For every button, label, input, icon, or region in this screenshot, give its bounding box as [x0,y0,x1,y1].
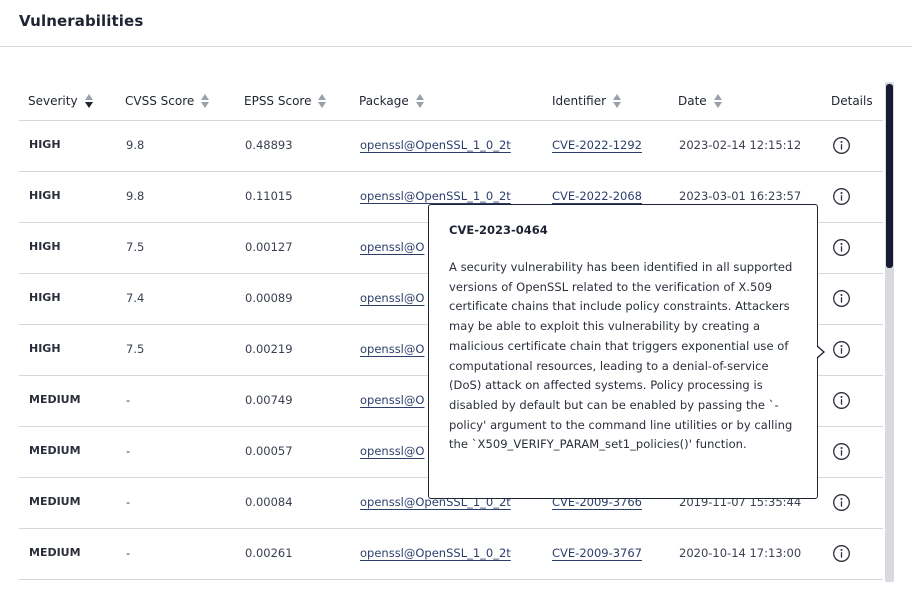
identifier-link[interactable]: CVE-2009-3767 [552,546,642,560]
identifier-link[interactable]: CVE-2022-2068 [552,189,642,203]
cvss-score-cell: - [126,444,131,458]
sort-arrows-icon[interactable] [201,94,210,108]
page-title: Vulnerabilities [19,12,144,30]
info-circle-icon[interactable] [832,391,851,410]
sort-arrows-icon[interactable] [613,94,622,108]
cvss-score-cell: 9.8 [126,138,145,152]
column-header-severity[interactable]: Severity [28,94,93,108]
identifier-link[interactable]: CVE-2022-1292 [552,138,642,152]
column-label-severity: Severity [28,94,78,108]
epss-score-cell: 0.00219 [245,342,293,356]
cvss-score-cell: 7.5 [126,342,145,356]
column-label-cvss: CVSS Score [125,94,195,108]
tooltip-title: CVE-2023-0464 [449,223,548,237]
tooltip-body: A security vulnerability has been identi… [449,260,793,452]
package-link[interactable]: openssl@O [360,291,424,305]
cvss-score-cell: - [126,546,131,560]
sort-arrows-icon[interactable] [84,94,93,108]
column-header-package[interactable]: Package [359,94,424,108]
severity-cell: MEDIUM [29,444,81,457]
epss-score-cell: 0.00089 [245,291,293,305]
table-row: HIGH 9.8 0.48893 openssl@OpenSSL_1_0_2t CVE-… [19,121,883,172]
column-label-package: Package [359,94,409,108]
page-header: Vulnerabilities [0,0,912,47]
info-circle-icon[interactable] [832,136,851,155]
severity-cell: MEDIUM [29,393,81,406]
package-link[interactable]: openssl@O [360,444,424,458]
epss-score-cell: 0.00084 [245,495,293,509]
info-circle-icon[interactable] [832,289,851,308]
cvss-score-cell: 9.8 [126,189,145,203]
cvss-score-cell: - [126,495,131,509]
column-label-identifier: Identifier [552,94,607,108]
sort-arrows-icon[interactable] [713,94,722,108]
table-header: Severity CVSS Score EPSS Score Package I… [19,82,883,121]
epss-score-cell: 0.48893 [245,138,293,152]
severity-cell: HIGH [29,240,61,253]
epss-score-cell: 0.00749 [245,393,293,407]
sort-arrows-icon[interactable] [415,94,424,108]
epss-score-cell: 0.00127 [245,240,293,254]
package-link[interactable]: openssl@OpenSSL_1_0_2t [360,189,511,203]
severity-cell: HIGH [29,342,61,355]
info-circle-icon[interactable] [832,340,851,359]
package-link[interactable]: openssl@O [360,240,424,254]
info-circle-icon[interactable] [832,238,851,257]
package-link[interactable]: openssl@O [360,393,424,407]
info-circle-icon[interactable] [832,493,851,512]
package-link[interactable]: openssl@OpenSSL_1_0_2t [360,546,511,560]
cvss-score-cell: - [126,393,131,407]
column-header-details: Details [831,94,873,108]
scrollbar-thumb[interactable] [886,84,893,268]
severity-cell: MEDIUM [29,546,81,559]
cvss-score-cell: 7.5 [126,240,145,254]
cvss-score-cell: 7.4 [126,291,145,305]
date-cell: 2020-10-14 17:13:00 [679,546,802,560]
epss-score-cell: 0.11015 [245,189,293,203]
column-label-epss: EPSS Score [244,94,312,108]
info-circle-icon[interactable] [832,187,851,206]
column-header-epss[interactable]: EPSS Score [244,94,327,108]
severity-cell: HIGH [29,291,61,304]
sort-arrows-icon[interactable] [318,94,327,108]
vulnerability-details-tooltip: CVE-2023-0464 A security vulnerability h… [428,204,825,499]
column-header-identifier[interactable]: Identifier [552,94,622,108]
date-cell: 2023-02-14 12:15:12 [679,138,802,152]
epss-score-cell: 0.00057 [245,444,293,458]
date-cell: 2023-03-01 16:23:57 [679,189,802,203]
column-header-cvss[interactable]: CVSS Score [125,94,210,108]
severity-cell: HIGH [29,138,61,151]
package-link[interactable]: openssl@O [360,342,424,356]
column-label-details: Details [831,94,873,108]
table-row: MEDIUM - 0.00261 openssl@OpenSSL_1_0_2t CVE-… [19,529,883,580]
tooltip-arrow [816,345,825,359]
table-scrollbar[interactable] [885,82,894,582]
severity-cell: MEDIUM [29,495,81,508]
package-link[interactable]: openssl@OpenSSL_1_0_2t [360,138,511,152]
severity-cell: HIGH [29,189,61,202]
info-circle-icon[interactable] [832,442,851,461]
column-header-date[interactable]: Date [678,94,722,108]
epss-score-cell: 0.00261 [245,546,293,560]
info-circle-icon[interactable] [832,544,851,563]
column-label-date: Date [678,94,707,108]
